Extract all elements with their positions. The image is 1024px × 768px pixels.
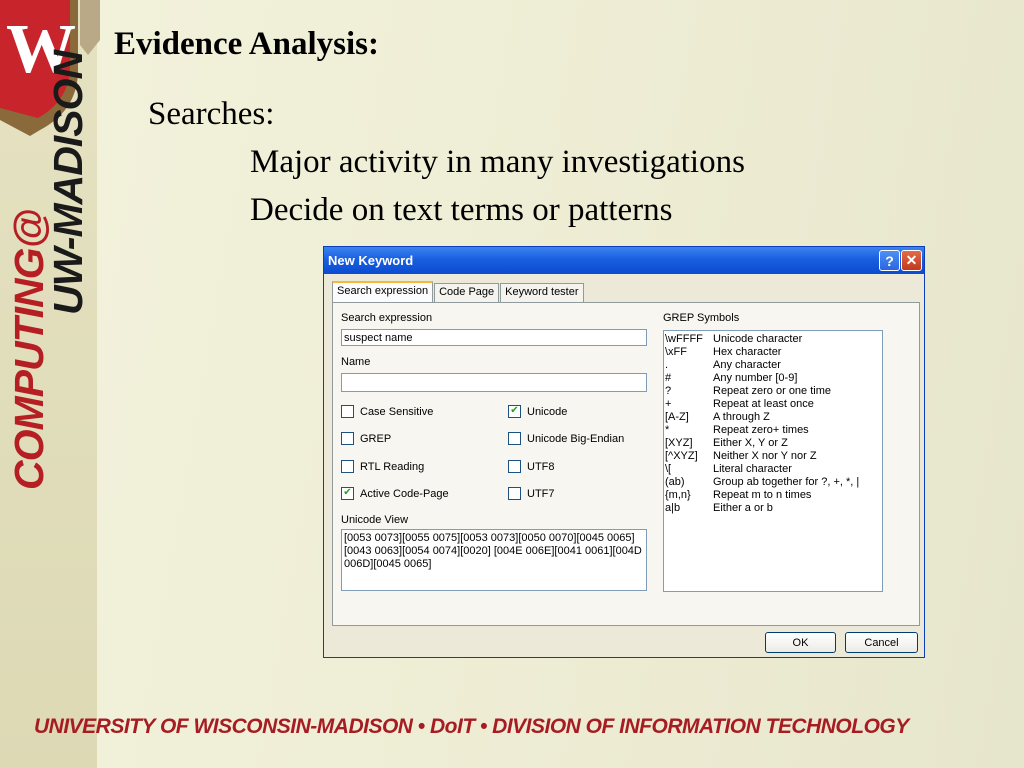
footer-banner: UNIVERSITY OF WISCONSIN-MADISON • DoIT •… [34, 715, 909, 738]
grep-description: Either X, Y or Z [713, 437, 788, 449]
checkbox-label: GREP [360, 432, 392, 445]
grep-description: Any character [713, 359, 781, 371]
grep-symbol: [A-Z] [665, 411, 689, 423]
grep-symbol-row: \xFF Hex character [665, 346, 881, 359]
grep-description: Repeat zero or one time [713, 385, 832, 397]
grep-symbol: \xFF [665, 346, 687, 358]
checkbox-box[interactable] [508, 432, 521, 445]
close-button[interactable]: ✕ [901, 250, 922, 271]
grep-symbol: # [665, 372, 672, 384]
grep-description: Either a or b [713, 502, 773, 514]
grep-symbol-row: \[ Literal character [665, 463, 881, 476]
vertical-brand-text: COMPUTING@ UW-MADISON [6, 51, 92, 490]
unicode-checkbox[interactable]: ✔ Unicode [508, 405, 567, 418]
active-code-page-checkbox[interactable]: ✔ Active Code-Page [341, 487, 449, 500]
grep-symbol-row: [^XYZ] Neither X nor Y nor Z [665, 450, 881, 463]
grep-symbols-label: GREP Symbols [663, 312, 740, 324]
grep-description: Literal character [713, 463, 792, 475]
grep-description: Any number [0-9] [713, 372, 798, 384]
grep-symbol: a|b [665, 502, 681, 514]
grep-symbol-row: (ab) Group ab together for ?, +, *, | [665, 476, 881, 489]
search-expression-label: Search expression [341, 312, 433, 324]
grep-symbol: ? [665, 385, 672, 397]
tab-code-page[interactable]: Code Page [434, 283, 500, 303]
grep-symbol-row: + Repeat at least once [665, 398, 881, 411]
grep-description: Neither X nor Y nor Z [713, 450, 817, 462]
rtl-reading-checkbox[interactable]: RTL Reading [341, 460, 424, 473]
grep-symbol-row: . Any character [665, 359, 881, 372]
grep-symbol: \[ [665, 463, 672, 475]
grep-description: Group ab together for ?, +, *, | [713, 476, 860, 488]
checkbox-label: UTF8 [527, 460, 555, 473]
checkbox-label: Case Sensitive [360, 405, 434, 418]
grep-symbol-row: * Repeat zero+ times [665, 424, 881, 437]
grep-symbol-row: ? Repeat zero or one time [665, 385, 881, 398]
brand-line-uw-madison: UW-MADISON [45, 50, 91, 315]
sub-bullet-1: Major activity in many investigations [250, 144, 745, 180]
checkbox-box[interactable] [508, 487, 521, 500]
checkbox-label: RTL Reading [360, 460, 425, 473]
grep-symbol: [XYZ] [665, 437, 693, 449]
dialog-titlebar: New Keyword ? ✕ [324, 247, 924, 274]
grep-description: Repeat zero+ times [713, 424, 809, 436]
grep-symbol-row: [XYZ] Either X, Y or Z [665, 437, 881, 450]
grep-symbol-row: # Any number [0-9] [665, 372, 881, 385]
grep-symbol: {m,n} [665, 489, 691, 501]
checkbox-box[interactable] [341, 432, 354, 445]
grep-symbol: \wFFFF [665, 333, 703, 345]
grep-checkbox[interactable]: GREP [341, 432, 391, 445]
grep-symbol: * [665, 424, 670, 436]
checkbox-box-checked[interactable]: ✔ [341, 487, 354, 500]
checkbox-label: Unicode Big-Endian [527, 432, 625, 445]
checkbox-box[interactable] [508, 460, 521, 473]
grep-description: Repeat at least once [713, 398, 814, 410]
grep-description: A through Z [713, 411, 770, 423]
search-expression-panel: Search expression suspect name Name Case… [332, 302, 920, 626]
ok-button[interactable]: OK [765, 632, 836, 653]
help-button[interactable]: ? [879, 250, 900, 271]
grep-symbol-row: a|b Either a or b [665, 502, 881, 515]
new-keyword-dialog: New Keyword ? ✕ Search expression Code P… [323, 246, 925, 658]
grep-symbol: . [665, 359, 669, 371]
name-input[interactable] [341, 373, 647, 392]
case-sensitive-checkbox[interactable]: Case Sensitive [341, 405, 433, 418]
grep-symbol-row: \wFFFF Unicode character [665, 333, 881, 346]
utf7-checkbox[interactable]: UTF7 [508, 487, 555, 500]
grep-description: Hex character [713, 346, 782, 358]
utf8-checkbox[interactable]: UTF8 [508, 460, 555, 473]
dialog-title: New Keyword [328, 253, 414, 268]
grep-symbol: (ab) [665, 476, 685, 488]
checkbox-label: Active Code-Page [360, 487, 449, 500]
unicode-big-endian-checkbox[interactable]: Unicode Big-Endian [508, 432, 624, 445]
checkbox-box[interactable] [341, 460, 354, 473]
search-expression-input[interactable]: suspect name [341, 329, 647, 346]
bullet-searches: Searches: [148, 96, 275, 132]
unicode-view-label: Unicode View [341, 514, 409, 526]
sub-bullet-2: Decide on text terms or patterns [250, 192, 673, 228]
cancel-button[interactable]: Cancel [845, 632, 918, 653]
checkbox-label: UTF7 [527, 487, 555, 500]
grep-symbol: + [665, 398, 672, 410]
grep-symbol-row: {m,n} Repeat m to n times [665, 489, 881, 502]
checkbox-box-checked[interactable]: ✔ [508, 405, 521, 418]
grep-description: Unicode character [713, 333, 803, 345]
slide-title: Evidence Analysis: [114, 26, 379, 62]
tab-keyword-tester[interactable]: Keyword tester [500, 283, 584, 303]
checkbox-label: Unicode [527, 405, 568, 418]
unicode-view-box: [0053 0073][0055 0075][0053 0073][0050 0… [341, 529, 647, 591]
grep-symbol: [^XYZ] [665, 450, 698, 462]
grep-symbol-row: [A-Z] A through Z [665, 411, 881, 424]
brand-sidebar: W COMPUTING@ UW-MADISON [0, 0, 100, 768]
grep-symbols-list: \wFFFF Unicode character \xFF Hex character… [663, 330, 883, 592]
checkbox-box[interactable] [341, 405, 354, 418]
grep-description: Repeat m to n times [713, 489, 812, 501]
name-label: Name [341, 356, 371, 368]
